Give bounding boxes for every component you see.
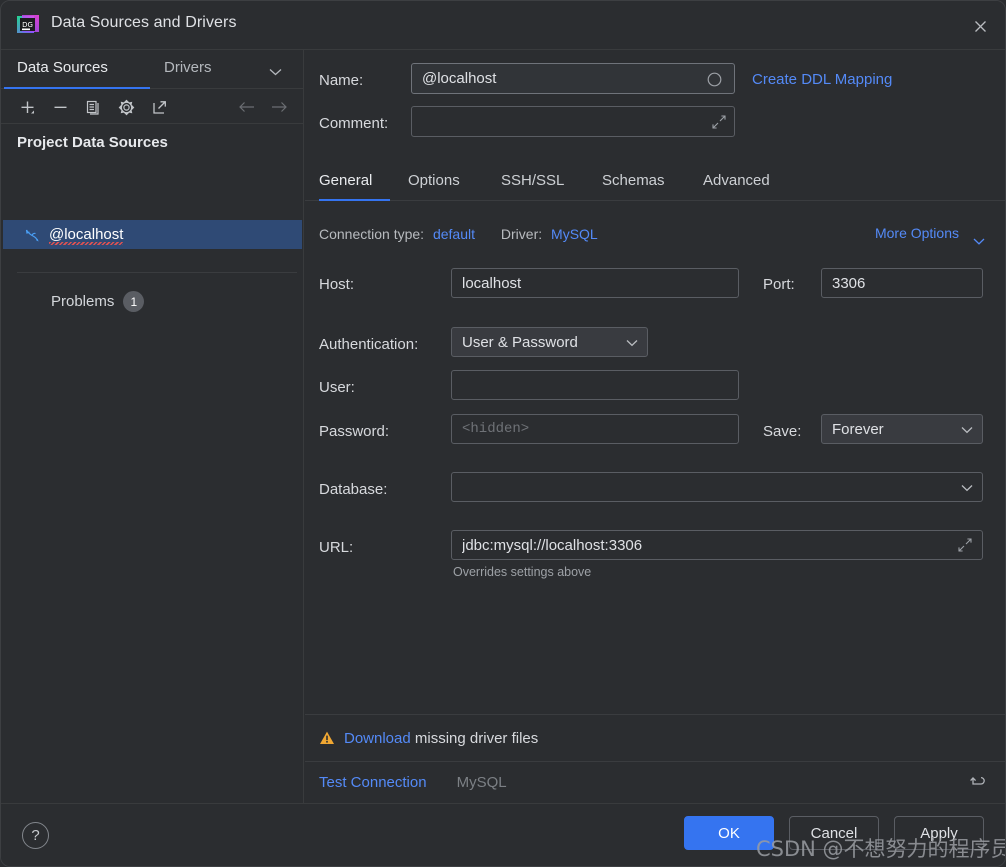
host-label: Host: <box>319 276 355 293</box>
tab-options[interactable]: Options <box>408 172 460 189</box>
test-connection-bar: Test Connection MySQL <box>305 761 1005 803</box>
authentication-label: Authentication: <box>319 336 419 353</box>
user-label: User: <box>319 379 355 396</box>
left-panel: Data Sources Drivers Project Data Source… <box>1 50 304 803</box>
expand-icon[interactable] <box>957 537 973 553</box>
driver-warning-bar: Download missing driver files <box>305 714 1005 761</box>
problems-count-badge: 1 <box>123 291 145 312</box>
driver-warning-text: Download missing driver files <box>344 730 538 747</box>
database-combo[interactable] <box>451 472 983 502</box>
authentication-select[interactable]: User & Password <box>451 327 648 357</box>
comment-label: Comment: <box>319 115 389 132</box>
authentication-select-value: User & Password <box>462 333 578 351</box>
right-panel: Name: Create DDL Mapping Comment: Genera… <box>305 50 1005 803</box>
more-options-link[interactable]: More Options <box>875 225 959 241</box>
password-input[interactable] <box>451 414 739 444</box>
port-input[interactable] <box>821 268 983 298</box>
host-input[interactable] <box>451 268 739 298</box>
chevron-down-icon <box>626 334 638 351</box>
chevron-down-icon[interactable] <box>973 232 985 250</box>
port-label: Port: <box>763 276 795 293</box>
warning-triangle-icon <box>319 730 335 746</box>
tab-drivers[interactable]: Drivers <box>164 59 212 76</box>
revert-icon[interactable] <box>969 773 989 793</box>
create-ddl-mapping-link[interactable]: Create DDL Mapping <box>752 71 892 88</box>
external-link-icon[interactable] <box>149 97 169 117</box>
apply-button[interactable]: Apply <box>894 816 984 850</box>
sidebar-item-label: @localhost <box>49 226 124 245</box>
arrow-right-icon[interactable] <box>269 97 289 117</box>
driver-value[interactable]: MySQL <box>551 226 598 242</box>
connection-type-value[interactable]: default <box>433 226 475 242</box>
add-data-source-button[interactable] <box>17 97 37 117</box>
duplicate-icon[interactable] <box>83 97 103 117</box>
database-label: Database: <box>319 481 388 498</box>
name-input[interactable] <box>411 63 735 94</box>
window-title: Data Sources and Drivers <box>51 14 237 31</box>
sidebar-item-problems[interactable]: Problems 1 <box>51 291 145 312</box>
tab-ssh-ssl[interactable]: SSH/SSL <box>501 172 564 189</box>
user-input[interactable] <box>451 370 739 400</box>
url-input[interactable] <box>451 530 983 560</box>
settings-tabs: General Options SSH/SSL Schemas Advanced <box>305 162 1005 201</box>
left-panel-toolbar <box>1 89 304 124</box>
sidebar-divider <box>17 272 297 273</box>
tab-advanced[interactable]: Advanced <box>703 172 770 189</box>
project-data-sources-heading: Project Data Sources <box>17 134 168 151</box>
comment-input[interactable] <box>411 106 735 137</box>
chevron-down-icon[interactable] <box>269 63 282 81</box>
title-bar: DG Data Sources and Drivers <box>1 1 1005 50</box>
password-label: Password: <box>319 423 390 440</box>
left-panel-tabs: Data Sources Drivers <box>1 50 304 89</box>
close-icon[interactable] <box>967 13 993 39</box>
driver-name-label: MySQL <box>456 774 507 791</box>
tab-data-sources[interactable]: Data Sources <box>17 59 108 76</box>
driver-label: Driver: <box>500 226 543 242</box>
cancel-button[interactable]: Cancel <box>789 816 879 850</box>
ok-button[interactable]: OK <box>684 816 774 850</box>
tab-general[interactable]: General <box>319 172 372 189</box>
help-button[interactable]: ? <box>22 822 49 849</box>
url-hint: Overrides settings above <box>453 565 592 579</box>
svg-text:DG: DG <box>22 21 33 29</box>
datagrip-logo-icon: DG <box>17 15 39 37</box>
arrow-left-icon[interactable] <box>237 97 257 117</box>
tab-schemas[interactable]: Schemas <box>602 172 665 189</box>
expand-icon[interactable] <box>711 114 727 130</box>
save-label: Save: <box>763 423 802 440</box>
connection-type-label: Connection type: <box>319 226 425 242</box>
chevron-down-icon <box>961 421 973 438</box>
sidebar-item-localhost[interactable]: @localhost <box>3 220 302 249</box>
warning-rest-text: missing driver files <box>414 729 539 747</box>
test-connection-link[interactable]: Test Connection <box>319 774 427 791</box>
tab-general-underline <box>319 199 390 201</box>
connection-meta-row: Connection type: default Driver: MySQL <box>319 226 598 242</box>
problems-label: Problems <box>51 293 115 310</box>
mysql-dolphin-icon <box>23 226 41 244</box>
data-sources-dialog: DG Data Sources and Drivers Data Sources… <box>0 0 1006 867</box>
download-driver-link[interactable]: Download <box>344 730 411 747</box>
remove-data-source-button[interactable] <box>50 97 70 117</box>
color-circle-icon[interactable] <box>706 71 722 87</box>
save-select-value: Forever <box>832 420 884 438</box>
save-select[interactable]: Forever <box>821 414 983 444</box>
gear-icon[interactable] <box>116 97 136 117</box>
url-label: URL: <box>319 539 354 556</box>
chevron-down-icon <box>961 479 973 496</box>
name-label: Name: <box>319 72 364 89</box>
